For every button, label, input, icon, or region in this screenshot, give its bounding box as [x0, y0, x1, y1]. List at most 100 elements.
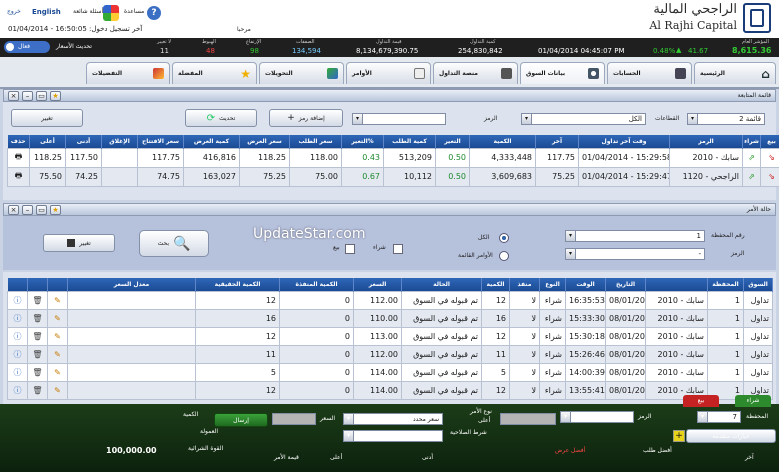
sectors-select[interactable]: ▾ الكل: [521, 113, 646, 125]
col-symbol[interactable]: [645, 278, 708, 291]
buy-arrow-icon[interactable]: ⇗: [742, 147, 761, 168]
sell-arrow-icon[interactable]: ⇘: [760, 147, 779, 168]
minimize-icon[interactable]: –: [22, 205, 33, 215]
table-row[interactable]: ⓘ 🗑 ✎ 12 0 113.00 تم قبوله في السوق 12 لا شراء 15:…: [7, 326, 773, 346]
col-change-pct[interactable]: التغير%: [341, 135, 384, 148]
plus-icon[interactable]: +: [673, 430, 685, 442]
details-icon[interactable]: ⓘ: [7, 362, 28, 382]
col-delete[interactable]: حذف: [7, 135, 30, 148]
col-exec[interactable]: منفذ: [509, 278, 540, 291]
table-row[interactable]: ⓘ 🗑 ✎ 11 0 112.00 تم قبوله في السوق 11 لا شراء 15:…: [7, 344, 773, 364]
chevron-down-icon[interactable]: ▾: [343, 413, 354, 425]
col-ask[interactable]: سعر العرض: [239, 135, 290, 148]
edit-icon[interactable]: ✎: [47, 290, 68, 310]
col-symbol[interactable]: الرمز: [669, 135, 743, 148]
prices-update-toggle[interactable]: فعال: [4, 41, 50, 53]
chevron-down-icon[interactable]: ▾: [560, 411, 571, 423]
portfolio-select[interactable]: ▾ 1: [565, 230, 705, 242]
col-time[interactable]: الوقت: [565, 278, 606, 291]
col-status[interactable]: الحالة: [401, 278, 482, 291]
sell-arrow-icon[interactable]: ⇘: [760, 166, 779, 187]
col-real-qty[interactable]: الكمية الحقيقية: [195, 278, 280, 291]
col-filled-qty[interactable]: الكمية المنفذة: [279, 278, 354, 291]
symbol-input[interactable]: ▾: [352, 113, 446, 125]
edit-icon[interactable]: ✎: [47, 326, 68, 346]
buy-arrow-icon[interactable]: ⇗: [742, 166, 761, 187]
col-last-trade-time[interactable]: وقت آخر تداول: [578, 135, 670, 148]
sell-checkbox[interactable]: [345, 244, 355, 254]
orders-change-button[interactable]: تغيير: [43, 234, 115, 252]
form-symbol-select[interactable]: ▾: [560, 411, 634, 423]
order-type-select[interactable]: ▾ سعر محدد: [343, 413, 443, 425]
col-qty[interactable]: الكمية: [469, 135, 536, 148]
cell-symbol[interactable]: 2010 - سابك: [669, 147, 743, 168]
faq-link[interactable]: أسئلة شائعة: [73, 8, 103, 15]
table-row[interactable]: ⓘ 🗑 ✎ 16 0 110.00 تم قبوله في السوق 16 لا شراء 15:…: [7, 308, 773, 328]
col-bid[interactable]: سعر الطلب: [289, 135, 342, 148]
col-portfolio[interactable]: المحفظة: [707, 278, 744, 291]
tab-home[interactable]: الرئيسية ⌂: [694, 62, 776, 84]
buy-checkbox[interactable]: [393, 244, 403, 254]
col-type[interactable]: النوع: [539, 278, 566, 291]
send-button[interactable]: إرسال: [214, 413, 268, 427]
col-buy[interactable]: شراء: [742, 135, 761, 148]
col-price[interactable]: السعر: [353, 278, 402, 291]
delete-icon[interactable]: 🗑: [27, 290, 48, 310]
tab-preferences[interactable]: التفضيلات: [86, 62, 170, 84]
update-button[interactable]: ⟳ تحديث: [185, 109, 257, 127]
table-row[interactable]: ⓘ 🗑 ✎ 12 0 114.00 تم قبوله في السوق 12 لا شراء 13:…: [7, 380, 773, 400]
print-icon[interactable]: 🖶: [7, 147, 30, 168]
chevron-down-icon[interactable]: ▾: [565, 230, 576, 242]
col-high[interactable]: أعلى: [29, 135, 66, 148]
all-radio[interactable]: [499, 233, 509, 243]
edit-icon[interactable]: ✎: [47, 362, 68, 382]
advanced-options-button[interactable]: خيارات متقدمة: [686, 429, 776, 443]
table-row[interactable]: 🖶 75.50 74.25 74.75 163,027 75.25 75.00 …: [7, 166, 779, 187]
table-row[interactable]: ⓘ 🗑 ✎ 5 0 114.00 تم قبوله في السوق 5 لا شراء 14:00…: [7, 362, 773, 382]
delete-icon[interactable]: 🗑: [27, 308, 48, 328]
edit-icon[interactable]: ✎: [47, 344, 68, 364]
delete-icon[interactable]: 🗑: [27, 362, 48, 382]
tab-market-data[interactable]: بيانات السوق: [520, 62, 605, 84]
restore-icon[interactable]: ▭: [36, 205, 47, 215]
edit-icon[interactable]: ✎: [47, 308, 68, 328]
help-icon[interactable]: ?: [147, 6, 161, 20]
delete-icon[interactable]: 🗑: [27, 380, 48, 400]
chevron-down-icon[interactable]: ▾: [687, 113, 698, 125]
logout-link[interactable]: خروج: [7, 8, 21, 15]
edit-icon[interactable]: ✎: [47, 380, 68, 400]
chevron-down-icon[interactable]: ▾: [521, 113, 532, 125]
change-button[interactable]: تغيير: [11, 109, 83, 127]
buy-tab[interactable]: شراء: [735, 395, 771, 407]
tab-trading[interactable]: منصة التداول: [433, 62, 518, 84]
details-icon[interactable]: ⓘ: [7, 290, 28, 310]
english-link[interactable]: English: [32, 8, 61, 16]
col-last[interactable]: آخر: [535, 135, 579, 148]
list-select[interactable]: ▾ قائمة 2: [687, 113, 765, 125]
tab-accounts[interactable]: الحسابات: [607, 62, 692, 84]
details-icon[interactable]: ⓘ: [7, 326, 28, 346]
favorite-icon[interactable]: ★: [50, 91, 61, 101]
col-close[interactable]: الإغلاق: [101, 135, 138, 148]
details-icon[interactable]: ⓘ: [7, 380, 28, 400]
cell-symbol[interactable]: 1120 - الراجحي: [669, 166, 743, 187]
open-orders-radio[interactable]: [499, 251, 509, 261]
orders-symbol-select[interactable]: ▾ -: [565, 248, 705, 260]
tab-orders[interactable]: الأوامر: [346, 62, 431, 84]
close-icon[interactable]: ×: [8, 205, 19, 215]
col-sell[interactable]: بيع: [760, 135, 779, 148]
tab-transfers[interactable]: التحويلات: [259, 62, 344, 84]
help-link[interactable]: مساعدة: [124, 8, 144, 15]
col-qty[interactable]: الكمية: [481, 278, 510, 291]
table-row[interactable]: 🖶 118.25 117.50 117.75 416,816 118.25 11…: [7, 147, 779, 168]
details-icon[interactable]: ⓘ: [7, 344, 28, 364]
sell-tab[interactable]: بيع: [683, 395, 719, 407]
print-icon[interactable]: 🖶: [7, 166, 30, 187]
col-low[interactable]: أدنى: [65, 135, 102, 148]
col-avg-price[interactable]: معدل السعر: [67, 278, 196, 291]
price-input[interactable]: [272, 413, 316, 425]
validity-select[interactable]: ▾: [343, 430, 443, 442]
search-button[interactable]: بحث 🔍: [139, 230, 209, 257]
faq-icon[interactable]: [103, 5, 119, 21]
delete-icon[interactable]: 🗑: [27, 344, 48, 364]
